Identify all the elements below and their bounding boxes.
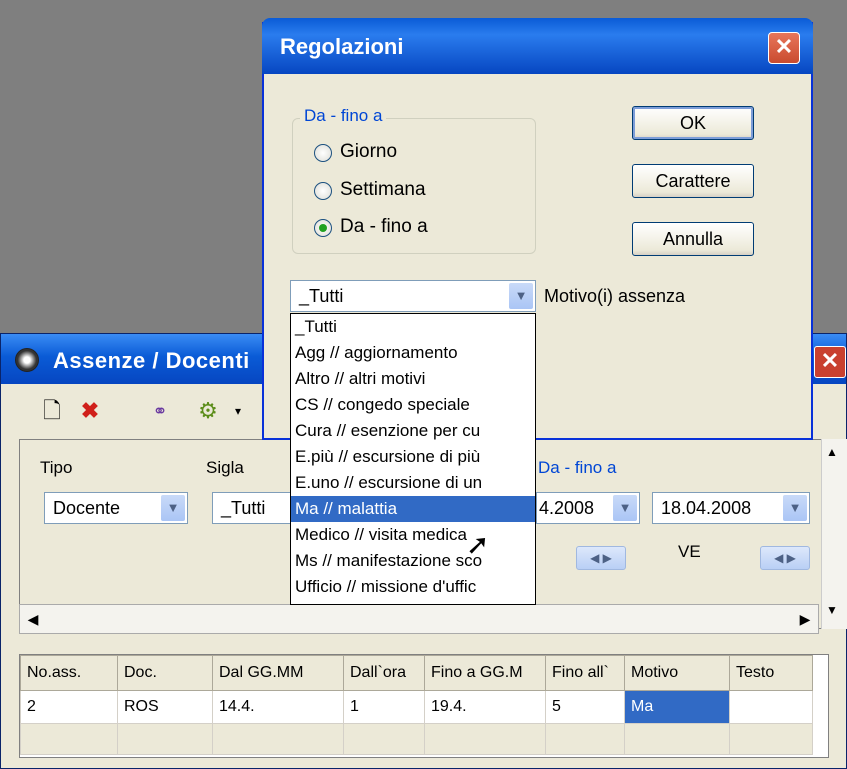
mouse-cursor-icon: ➚: [466, 529, 490, 560]
dropdown-item[interactable]: Altro // altri motivi: [291, 366, 535, 392]
date-to-select[interactable]: 18.04.2008 ▼: [652, 492, 810, 524]
date-from-select[interactable]: 4.2008 ▼: [536, 492, 640, 524]
table-row-empty[interactable]: [20, 723, 813, 755]
dropdown-item[interactable]: E.uno // escursione di un: [291, 470, 535, 496]
assenze-title: Assenze / Docenti: [53, 348, 250, 373]
table-cell[interactable]: 19.4.: [424, 690, 546, 724]
column-header[interactable]: Fino all`: [545, 655, 625, 691]
column-header[interactable]: Fino a GG.M: [424, 655, 546, 691]
radio-giorno[interactable]: [314, 144, 332, 162]
period-group-legend: Da - fino a: [300, 106, 387, 126]
sigla-select[interactable]: _Tutti: [212, 492, 294, 524]
radio-da-fino-a[interactable]: [314, 219, 332, 237]
radio-settimana[interactable]: [314, 182, 332, 200]
motivo-label: Motivo(i) assenza: [544, 286, 686, 306]
app-icon: [15, 348, 39, 372]
dialog-title: Regolazioni: [280, 34, 404, 59]
chevron-down-icon[interactable]: ▼: [509, 283, 533, 309]
column-header[interactable]: Motivo: [624, 655, 730, 691]
sigla-value: _Tutti: [221, 498, 266, 518]
table-cell[interactable]: [729, 690, 813, 724]
settings-dropdown-icon[interactable]: ▾: [223, 396, 253, 426]
close-icon[interactable]: ✕: [768, 32, 800, 64]
scroll-left-icon[interactable]: ◀: [20, 605, 46, 633]
absences-grid: No.ass. Doc. Dal GG.MM Dall`ora Fino a G…: [19, 654, 829, 758]
date-group-legend: Da - fino a: [538, 458, 617, 477]
date-from-value: 4.2008: [539, 498, 595, 518]
column-header[interactable]: Testo: [729, 655, 813, 691]
table-cell[interactable]: ROS: [117, 690, 213, 724]
table-row[interactable]: 2 ROS 14.4. 1 19.4. 5 Ma: [20, 690, 813, 724]
scroll-up-icon[interactable]: ▲: [826, 445, 838, 459]
regolazioni-titlebar[interactable]: Regolazioni ✕: [262, 18, 813, 74]
settings-gear-icon[interactable]: ⚙: [193, 396, 223, 426]
horizontal-scrollbar[interactable]: ◀ ▶: [19, 604, 819, 634]
chevron-down-icon[interactable]: ▼: [783, 495, 807, 521]
annulla-button[interactable]: Annulla: [632, 222, 754, 256]
close-icon[interactable]: ✕: [814, 346, 846, 378]
ok-button[interactable]: OK: [632, 106, 754, 140]
tipo-label: Tipo: [40, 458, 73, 477]
delete-icon[interactable]: ✖: [75, 396, 105, 426]
radio-label[interactable]: Settimana: [340, 179, 426, 201]
table-cell[interactable]: 1: [343, 690, 425, 724]
table-cell[interactable]: 5: [545, 690, 625, 724]
chevron-down-icon[interactable]: ▼: [613, 495, 637, 521]
vertical-scrollbar[interactable]: ▲ ▼: [821, 439, 847, 629]
dropdown-item[interactable]: E.più // escursione di più: [291, 444, 535, 470]
date-to-stepper[interactable]: ◀ ▶: [760, 546, 810, 570]
tipo-select[interactable]: Docente ▼: [44, 492, 188, 524]
table-cell-selected[interactable]: Ma: [624, 690, 730, 724]
motivo-select[interactable]: _Tutti ▼: [290, 280, 536, 312]
column-header[interactable]: Dal GG.MM: [212, 655, 344, 691]
tipo-value: Docente: [53, 498, 121, 518]
dropdown-item[interactable]: Medico // visita medica: [291, 522, 535, 548]
new-record-icon[interactable]: 🗋: [37, 396, 67, 426]
dropdown-item[interactable]: Ms // manifestazione sco: [291, 548, 535, 574]
column-header[interactable]: Doc.: [117, 655, 213, 691]
dropdown-item[interactable]: Ufficio // missione d'uffic: [291, 574, 535, 600]
weekday-label: VE: [678, 542, 701, 561]
column-header[interactable]: No.ass.: [20, 655, 118, 691]
radio-label[interactable]: Giorno: [340, 141, 397, 163]
chevron-down-icon[interactable]: ▼: [161, 495, 185, 521]
scroll-down-icon[interactable]: ▼: [826, 603, 838, 617]
date-to-value: 18.04.2008: [661, 498, 752, 518]
scroll-right-icon[interactable]: ▶: [792, 605, 818, 633]
date-from-stepper[interactable]: ◀ ▶: [576, 546, 626, 570]
table-cell[interactable]: 14.4.: [212, 690, 344, 724]
table-cell[interactable]: 2: [20, 690, 118, 724]
dropdown-item[interactable]: Cura // esenzione per cu: [291, 418, 535, 444]
dropdown-item-selected[interactable]: Ma // malattia: [291, 496, 535, 522]
carattere-button[interactable]: Carattere: [632, 164, 754, 198]
motivo-dropdown-list[interactable]: _Tutti Agg // aggiornamento Altro // alt…: [290, 313, 536, 605]
dropdown-item[interactable]: _Tutti: [291, 314, 535, 340]
radio-label[interactable]: Da - fino a: [340, 216, 428, 238]
group-icon[interactable]: ⚭: [145, 396, 175, 426]
dropdown-item[interactable]: CS // congedo speciale: [291, 392, 535, 418]
dropdown-item[interactable]: Agg // aggiornamento: [291, 340, 535, 366]
motivo-select-value: _Tutti: [299, 286, 344, 306]
column-header[interactable]: Dall`ora: [343, 655, 425, 691]
sigla-label: Sigla: [206, 458, 244, 477]
